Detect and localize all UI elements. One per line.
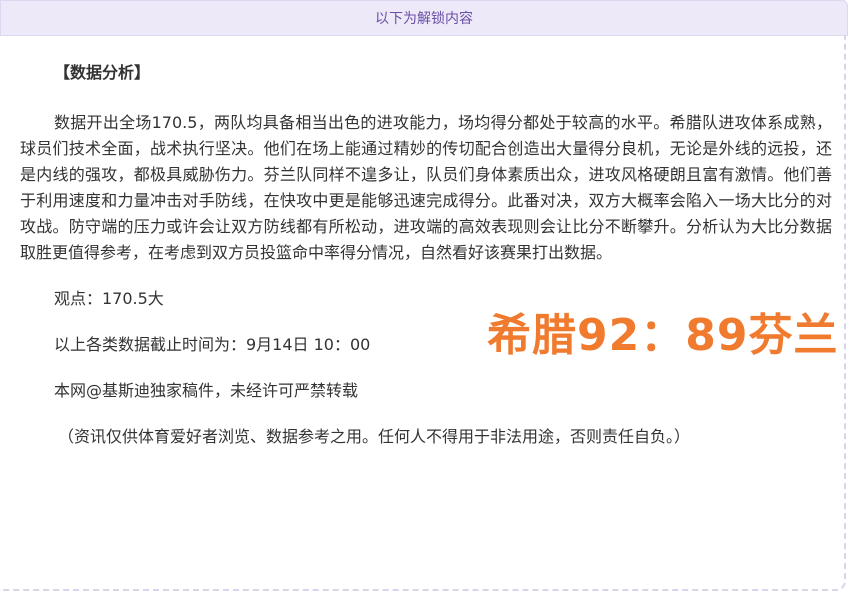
- unlock-banner-text: 以下为解锁内容: [375, 11, 473, 27]
- section-title: 【数据分析】: [54, 63, 151, 82]
- article-body: 【数据分析】 数据开出全场170.5，两队均具备相当出色的进攻能力，场均得分都处…: [20, 60, 832, 450]
- analysis-paragraph: 数据开出全场170.5，两队均具备相当出色的进攻能力，场均得分都处于较高的水平。…: [20, 113, 832, 262]
- unlock-banner: 以下为解锁内容: [0, 0, 848, 36]
- disclaimer-line: （资讯仅供体育爱好者浏览、数据参考之用。任何人不得用于非法用途，否则责任自负。）: [58, 427, 691, 446]
- copyright-line: 本网@基斯迪独家稿件，未经许可严禁转载: [54, 381, 359, 400]
- score-overlay: 希腊92：89芬兰: [487, 310, 839, 361]
